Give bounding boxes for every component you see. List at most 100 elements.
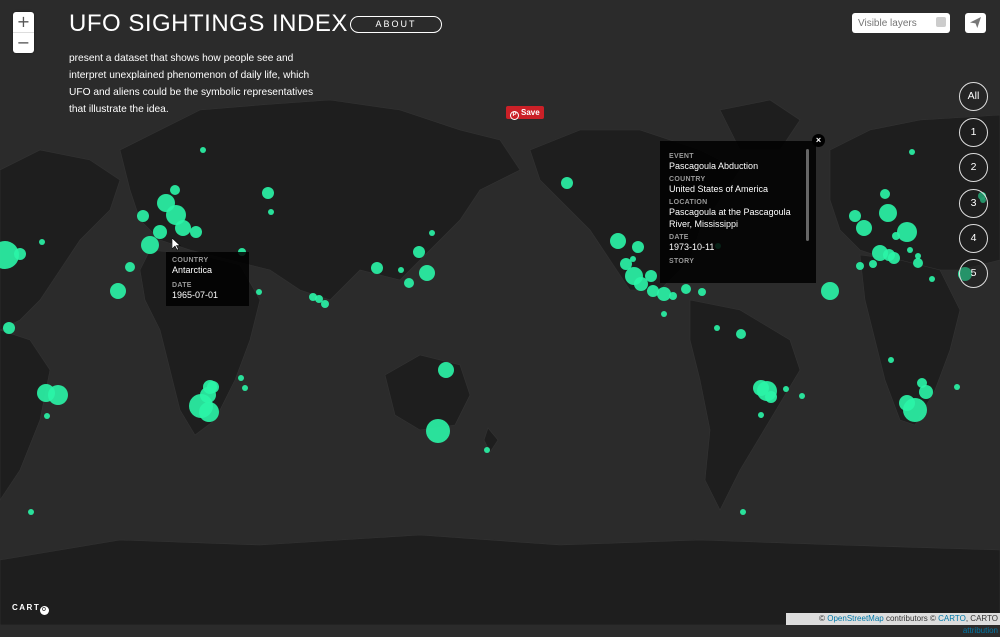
zoom-in-button[interactable]: + bbox=[13, 12, 34, 32]
attribution-link[interactable]: attribution bbox=[963, 626, 998, 635]
sighting-marker[interactable] bbox=[426, 419, 450, 443]
sighting-marker[interactable] bbox=[39, 239, 45, 245]
tooltip-date-value: 1965-07-01 bbox=[172, 290, 219, 300]
carto-link[interactable]: CARTO bbox=[938, 614, 966, 623]
sighting-marker[interactable] bbox=[238, 375, 244, 381]
sighting-marker[interactable] bbox=[758, 412, 764, 418]
layer-search-input[interactable] bbox=[858, 15, 928, 31]
layer-button-4[interactable]: 4 bbox=[959, 224, 988, 253]
attribution-middle: contributors © bbox=[885, 614, 936, 623]
sighting-marker[interactable] bbox=[856, 220, 872, 236]
popup-close-button[interactable]: × bbox=[812, 134, 825, 147]
sighting-marker[interactable] bbox=[821, 282, 839, 300]
layer-button-all[interactable]: All bbox=[959, 82, 988, 111]
popup-event-value: Pascagoula Abduction bbox=[669, 161, 759, 171]
sighting-marker[interactable] bbox=[199, 402, 219, 422]
sighting-marker[interactable] bbox=[883, 249, 895, 261]
sighting-marker[interactable] bbox=[153, 225, 167, 239]
sighting-marker[interactable] bbox=[203, 380, 217, 394]
sighting-marker[interactable] bbox=[736, 329, 746, 339]
about-button[interactable]: ABOUT bbox=[350, 16, 442, 33]
sighting-marker[interactable] bbox=[137, 210, 149, 222]
sighting-marker[interactable] bbox=[48, 385, 68, 405]
layer-button-5[interactable]: 5 bbox=[959, 259, 988, 288]
sighting-marker[interactable] bbox=[262, 187, 274, 199]
sighting-marker[interactable] bbox=[484, 447, 490, 453]
zoom-out-button[interactable]: − bbox=[13, 32, 34, 53]
sighting-marker[interactable] bbox=[888, 357, 894, 363]
sighting-marker[interactable] bbox=[398, 267, 404, 273]
sighting-marker[interactable] bbox=[799, 393, 805, 399]
sighting-marker[interactable] bbox=[765, 391, 777, 403]
pinterest-save-button[interactable]: P Save bbox=[506, 106, 544, 120]
sighting-marker[interactable] bbox=[917, 378, 927, 388]
sighting-marker[interactable] bbox=[157, 194, 175, 212]
sighting-marker[interactable] bbox=[242, 385, 248, 391]
sighting-marker[interactable] bbox=[929, 276, 935, 282]
paper-plane-icon bbox=[970, 17, 981, 28]
sighting-marker[interactable] bbox=[419, 265, 435, 281]
sighting-marker[interactable] bbox=[880, 189, 890, 199]
sighting-marker[interactable] bbox=[849, 210, 861, 222]
sighting-marker[interactable] bbox=[256, 289, 262, 295]
sighting-marker[interactable] bbox=[321, 300, 329, 308]
sighting-marker[interactable] bbox=[879, 204, 897, 222]
carto-logo[interactable]: CART O bbox=[12, 603, 50, 615]
sighting-marker[interactable] bbox=[110, 283, 126, 299]
sighting-marker[interactable] bbox=[714, 325, 720, 331]
layer-search-key-icon bbox=[936, 17, 946, 27]
sighting-marker[interactable] bbox=[645, 270, 657, 282]
sighting-marker[interactable] bbox=[630, 256, 636, 262]
popup-scrollbar[interactable] bbox=[806, 149, 809, 241]
sighting-marker[interactable] bbox=[141, 236, 159, 254]
sighting-marker[interactable] bbox=[404, 278, 414, 288]
sighting-marker[interactable] bbox=[610, 233, 626, 249]
sighting-marker[interactable] bbox=[438, 362, 454, 378]
sighting-marker[interactable] bbox=[175, 220, 191, 236]
sighting-marker[interactable] bbox=[899, 395, 915, 411]
layer-search bbox=[852, 13, 950, 33]
sighting-marker[interactable] bbox=[698, 288, 706, 296]
osm-link[interactable]: OpenStreetMap bbox=[827, 614, 883, 623]
sighting-marker[interactable] bbox=[28, 509, 34, 515]
sighting-marker[interactable] bbox=[669, 292, 677, 300]
layer-button-3[interactable]: 3 bbox=[959, 189, 988, 218]
sighting-marker[interactable] bbox=[125, 262, 135, 272]
sighting-marker[interactable] bbox=[856, 262, 864, 270]
layer-button-1[interactable]: 1 bbox=[959, 118, 988, 147]
sighting-marker[interactable] bbox=[913, 258, 923, 268]
sighting-marker[interactable] bbox=[869, 260, 877, 268]
sighting-marker[interactable] bbox=[897, 222, 917, 242]
sighting-marker[interactable] bbox=[783, 386, 789, 392]
sighting-marker[interactable] bbox=[661, 311, 667, 317]
sighting-marker[interactable] bbox=[371, 262, 383, 274]
share-button[interactable] bbox=[965, 13, 986, 33]
popup-country-label: COUNTRY bbox=[669, 176, 706, 183]
sighting-marker[interactable] bbox=[429, 230, 435, 236]
sighting-marker[interactable] bbox=[632, 241, 644, 253]
sighting-marker[interactable] bbox=[413, 246, 425, 258]
map-attribution: © OpenStreetMap contributors © CARTO, CA… bbox=[786, 613, 1000, 635]
sighting-marker[interactable] bbox=[268, 209, 274, 215]
sighting-marker[interactable] bbox=[170, 185, 180, 195]
attribution-prefix: © bbox=[819, 614, 826, 623]
layer-button-2[interactable]: 2 bbox=[959, 153, 988, 182]
sighting-marker[interactable] bbox=[44, 413, 50, 419]
popup-date-value: 1973-10-11 bbox=[669, 242, 715, 252]
sighting-marker[interactable] bbox=[954, 384, 960, 390]
sighting-marker[interactable] bbox=[3, 322, 15, 334]
sighting-marker[interactable] bbox=[907, 247, 913, 253]
sighting-marker[interactable] bbox=[657, 287, 671, 301]
sighting-marker[interactable] bbox=[561, 177, 573, 189]
tooltip-country-value: Antarctica bbox=[172, 265, 213, 275]
sighting-marker[interactable] bbox=[740, 509, 746, 515]
page-description: present a dataset that shows how people … bbox=[69, 53, 314, 115]
sighting-marker[interactable] bbox=[909, 149, 915, 155]
sighting-marker[interactable] bbox=[200, 147, 206, 153]
sighting-marker[interactable] bbox=[892, 232, 900, 240]
sighting-marker[interactable] bbox=[14, 248, 26, 260]
tooltip-country-label: COUNTRY bbox=[172, 257, 209, 264]
save-label: Save bbox=[521, 108, 540, 117]
sighting-marker[interactable] bbox=[190, 226, 202, 238]
sighting-marker[interactable] bbox=[681, 284, 691, 294]
